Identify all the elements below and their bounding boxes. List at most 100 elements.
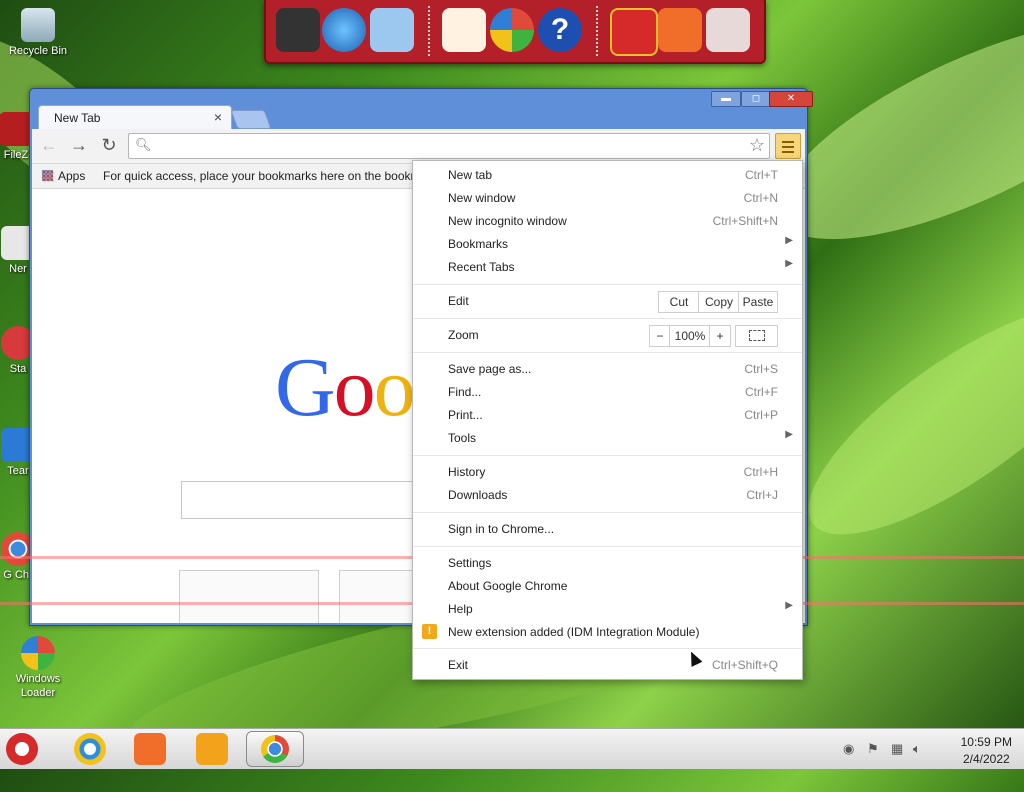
clock-time: 10:59 PM [960, 735, 1012, 749]
cut-button[interactable]: Cut [658, 291, 700, 313]
back-icon[interactable]: ← [38, 135, 60, 156]
new-tab-button[interactable] [230, 110, 272, 129]
help-icon[interactable]: ? [538, 8, 582, 52]
tray-arrow-icon[interactable]: ◉ [843, 741, 857, 756]
menu-item-label: Downloads [448, 488, 508, 502]
menu-item-bookmarks[interactable]: Bookmarks ▶ [413, 233, 802, 256]
network-icon[interactable]: ▦ [891, 741, 905, 756]
menu-item-find[interactable]: Find... Ctrl+F [413, 381, 802, 404]
chrome-icon [261, 735, 289, 763]
gift-icon[interactable] [610, 8, 658, 56]
computer-icon[interactable] [276, 8, 320, 52]
tab-new-tab[interactable]: New Tab × [38, 105, 232, 130]
menu-item-shortcut: Ctrl+H [743, 465, 778, 479]
menu-item-settings[interactable]: Settings [413, 552, 802, 575]
menu-item-new-window[interactable]: New window Ctrl+N [413, 187, 802, 210]
desktop-icon-recycle-bin[interactable]: Recycle Bin [2, 8, 74, 58]
menu-item-shortcut: Ctrl+J [746, 488, 778, 502]
menu-item-label: History [448, 465, 486, 479]
menu-separator [413, 318, 802, 319]
clock-date: 2/4/2022 [962, 752, 1010, 766]
address-bar[interactable]: 🔍︎ ☆ [128, 133, 770, 159]
menu-item-tools[interactable]: Tools ▶ [413, 427, 802, 450]
paste-button[interactable]: Paste [738, 291, 778, 313]
minimize-button[interactable]: ▬ [711, 91, 741, 107]
menu-separator [413, 284, 802, 285]
desktop-icon-windows-loader[interactable]: Windows Loader [2, 636, 74, 700]
menu-item-downloads[interactable]: Downloads Ctrl+J [413, 484, 802, 507]
desktop-icon-label: Recycle Bin [8, 45, 68, 57]
menu-separator [413, 546, 802, 547]
submenu-arrow-icon: ▶ [785, 235, 793, 246]
warning-icon: ! [422, 624, 437, 639]
snowman-icon[interactable] [442, 8, 486, 52]
menu-item-zoom: Zoom − 100% + [413, 324, 802, 347]
taskbar: ◉ ⚑ ▦ 🔈︎ 10:59 PM 2/4/2022 [0, 728, 1024, 769]
menu-item-print[interactable]: Print... Ctrl+P [413, 404, 802, 427]
google-logo: Goo [275, 339, 416, 436]
menu-item-shortcut: Ctrl+P [744, 408, 778, 422]
reload-icon[interactable]: ↻ [98, 135, 120, 156]
tab-strip: New Tab × ▬ ◻ ✕ [30, 89, 813, 130]
clock[interactable]: 10:59 PM 2/4/2022 [961, 735, 1012, 766]
submenu-arrow-icon: ▶ [785, 258, 793, 269]
maximize-button[interactable]: ◻ [741, 91, 771, 107]
menu-separator [413, 512, 802, 513]
menu-item-sign-in[interactable]: Sign in to Chrome... [413, 518, 802, 541]
media-center-icon[interactable] [490, 8, 534, 52]
folder-icon[interactable] [658, 8, 702, 52]
menu-item-new-tab[interactable]: New tab Ctrl+T [413, 164, 802, 187]
menu-item-extension-added[interactable]: ! New extension added (IDM Integration M… [413, 621, 802, 644]
control-panel-icon[interactable] [370, 8, 414, 52]
menu-item-new-incognito[interactable]: New incognito window Ctrl+Shift+N [413, 210, 802, 233]
taskbar-chrome-button[interactable] [246, 731, 304, 767]
fullscreen-button[interactable] [735, 325, 778, 347]
action-center-flag-icon[interactable]: ⚑ [867, 741, 881, 756]
start-button-santa-icon[interactable] [6, 733, 38, 765]
menu-item-edit: Edit Cut Copy Paste [413, 290, 802, 313]
menu-separator [413, 352, 802, 353]
volume-icon[interactable]: 🔈︎ [913, 741, 927, 756]
close-button[interactable]: ✕ [769, 91, 813, 107]
apps-shortcut[interactable]: Apps [42, 169, 85, 183]
recycle-bin-icon[interactable] [706, 8, 750, 52]
wallpaper-blade [778, 267, 1024, 573]
file-explorer-icon[interactable] [134, 733, 166, 765]
internet-explorer-icon[interactable] [74, 733, 106, 765]
apps-label: Apps [58, 169, 86, 183]
dock-separator [596, 6, 598, 56]
logo-letter: G [275, 341, 336, 434]
zoom-out-button[interactable]: − [649, 325, 671, 347]
menu-item-exit[interactable]: Exit Ctrl+Shift+Q [413, 654, 802, 677]
menu-item-label: New incognito window [448, 214, 567, 228]
tab-close-icon[interactable]: × [214, 109, 222, 125]
menu-item-label: Help [448, 602, 473, 616]
search-icon: 🔍︎ [135, 137, 152, 152]
menu-item-label: Print... [448, 408, 483, 422]
logo-letter: o [333, 341, 376, 434]
menu-item-shortcut: Ctrl+S [744, 362, 778, 376]
menu-item-label: New extension added (IDM Integration Mod… [448, 625, 700, 639]
menu-item-history[interactable]: History Ctrl+H [413, 461, 802, 484]
dock-separator [428, 6, 430, 56]
internet-globe-icon[interactable] [322, 8, 366, 52]
menu-item-label: Exit [448, 658, 469, 672]
submenu-arrow-icon: ▶ [785, 429, 793, 440]
zoom-level: 100% [669, 325, 711, 347]
menu-item-save-page[interactable]: Save page as... Ctrl+S [413, 358, 802, 381]
media-player-icon[interactable] [196, 733, 228, 765]
forward-icon[interactable]: → [68, 135, 90, 156]
menu-item-label: Edit [448, 294, 469, 308]
bookmark-star-icon[interactable]: ☆ [749, 135, 765, 156]
zoom-in-button[interactable]: + [709, 325, 731, 347]
menu-separator [413, 648, 802, 649]
menu-item-help[interactable]: Help ▶ [413, 598, 802, 621]
menu-item-label: New window [448, 191, 516, 205]
copy-button[interactable]: Copy [698, 291, 740, 313]
most-visited-thumbnail[interactable] [179, 570, 319, 623]
menu-item-recent-tabs[interactable]: Recent Tabs ▶ [413, 256, 802, 279]
menu-item-label: New tab [448, 168, 493, 182]
menu-item-label: Sign in to Chrome... [448, 522, 555, 536]
chrome-menu-button[interactable] [775, 133, 801, 159]
menu-item-about[interactable]: About Google Chrome [413, 575, 802, 598]
